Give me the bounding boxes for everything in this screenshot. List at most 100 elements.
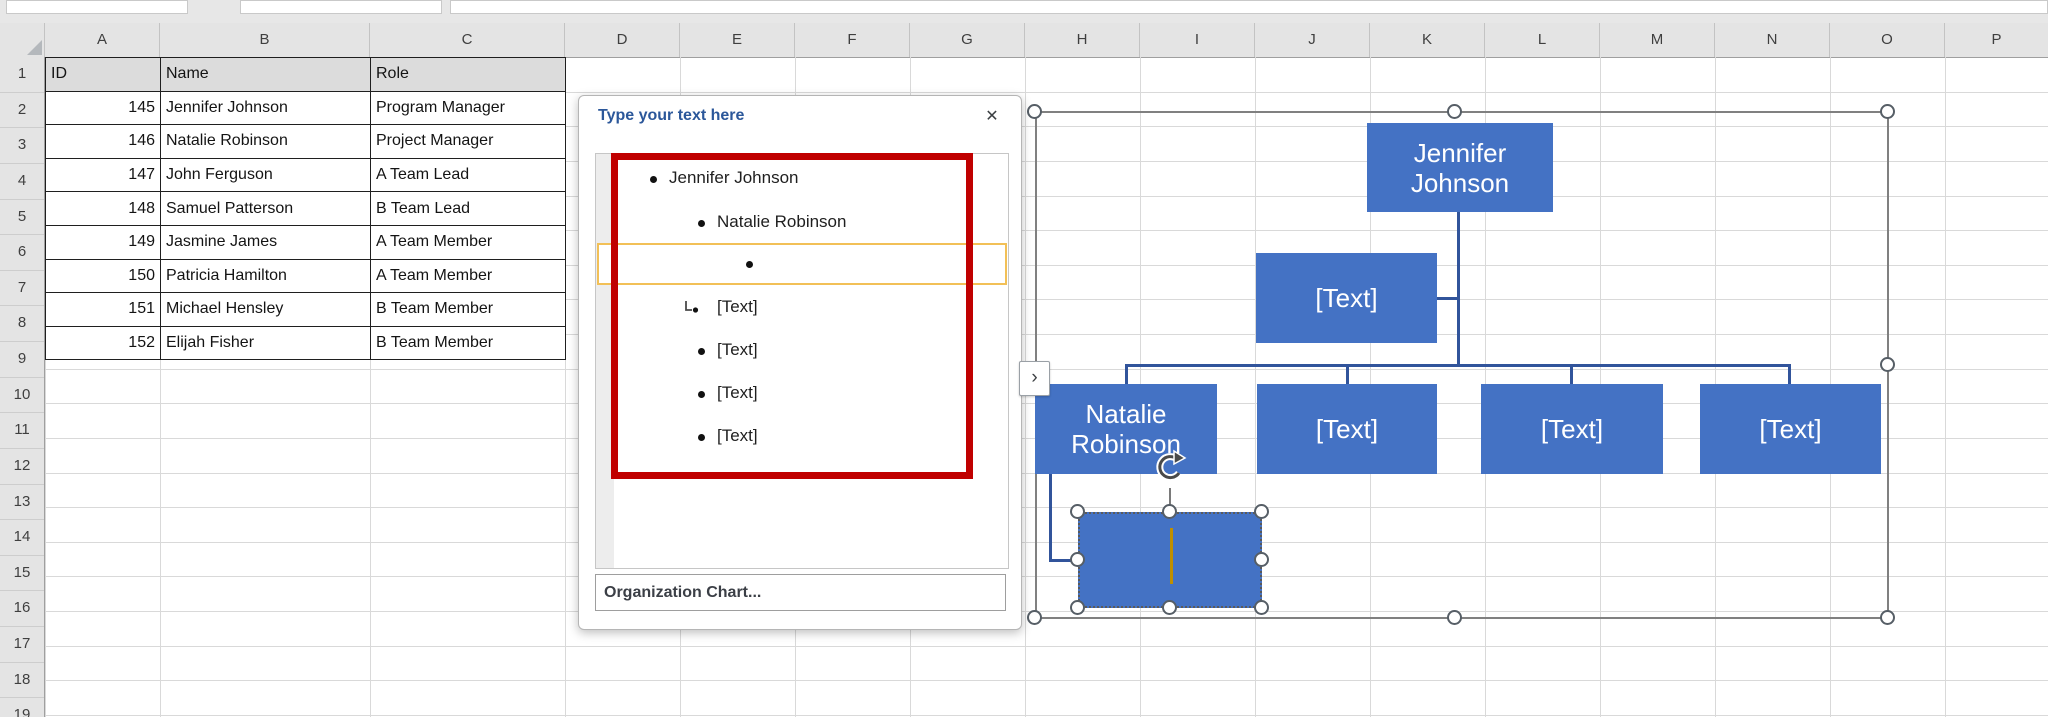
row-header-14[interactable]: 14	[0, 520, 44, 556]
node-handle-left-middle[interactable]	[1070, 552, 1085, 567]
row-header-15[interactable]: 15	[0, 556, 44, 592]
cell-a7[interactable]: 150	[46, 259, 161, 293]
grid-line-horizontal	[45, 576, 2048, 577]
column-header-e[interactable]: E	[680, 23, 795, 57]
cell-b4[interactable]: John Ferguson	[161, 158, 371, 192]
row-header-18[interactable]: 18	[0, 663, 44, 699]
column-header-d[interactable]: D	[565, 23, 680, 57]
cell-a4[interactable]: 147	[46, 158, 161, 192]
row-header-3[interactable]: 3	[0, 128, 44, 164]
node-handle-bottom-left[interactable]	[1070, 600, 1085, 615]
rotate-handle-icon[interactable]	[1152, 448, 1189, 488]
cell-c6[interactable]: A Team Member	[371, 225, 566, 259]
cell-a6[interactable]: 149	[46, 225, 161, 259]
org-node-child4[interactable]: [Text]	[1700, 384, 1881, 474]
org-node-root[interactable]: Jennifer Johnson	[1367, 123, 1553, 212]
org-node-child2[interactable]: [Text]	[1257, 384, 1437, 474]
row-header-6[interactable]: 6	[0, 235, 44, 271]
cell-c4[interactable]: A Team Lead	[371, 158, 566, 192]
cell-c2[interactable]: Program Manager	[371, 91, 566, 125]
column-header-b[interactable]: B	[160, 23, 370, 57]
table-header-row: ID Name Role	[46, 58, 566, 92]
cell-b3[interactable]: Natalie Robinson	[161, 125, 371, 159]
org-node-child1[interactable]: Natalie Robinson	[1035, 384, 1217, 474]
text-pane-toggle-button[interactable]: ›	[1019, 361, 1050, 396]
column-header-j[interactable]: J	[1255, 23, 1370, 57]
connector-sub-vertical	[1049, 474, 1052, 562]
table-row: 152 Elijah Fisher B Team Member	[46, 326, 566, 360]
cell-a1[interactable]: ID	[46, 58, 161, 92]
frame-handle-right-middle[interactable]	[1880, 357, 1895, 372]
cell-c9[interactable]: B Team Member	[371, 326, 566, 360]
excel-sheet-view: A B C D E F G H I J K L M N O P 1 2 3 4 …	[0, 0, 2048, 717]
row-header-9[interactable]: 9	[0, 342, 44, 378]
close-icon[interactable]: ✕	[979, 104, 1005, 130]
frame-handle-top-left[interactable]	[1027, 104, 1042, 119]
frame-handle-bottom-middle[interactable]	[1447, 610, 1462, 625]
name-box[interactable]	[6, 0, 188, 14]
row-header-13[interactable]: 13	[0, 485, 44, 521]
row-header-2[interactable]: 2	[0, 93, 44, 129]
frame-handle-top-middle[interactable]	[1447, 104, 1462, 119]
row-header-8[interactable]: 8	[0, 306, 44, 342]
row-header-16[interactable]: 16	[0, 591, 44, 627]
org-node-assistant[interactable]: [Text]	[1256, 253, 1437, 343]
row-header-11[interactable]: 11	[0, 413, 44, 449]
toolbar-box[interactable]	[240, 0, 442, 14]
column-header-p[interactable]: P	[1945, 23, 2048, 57]
frame-handle-bottom-right[interactable]	[1880, 610, 1895, 625]
frame-handle-top-right[interactable]	[1880, 104, 1895, 119]
column-header-o[interactable]: O	[1830, 23, 1945, 57]
formula-bar[interactable]	[450, 0, 2048, 14]
cell-b9[interactable]: Elijah Fisher	[161, 326, 371, 360]
column-header-m[interactable]: M	[1600, 23, 1715, 57]
column-header-l[interactable]: L	[1485, 23, 1600, 57]
row-header-19[interactable]: 19	[0, 698, 44, 717]
select-all-button[interactable]	[0, 23, 45, 57]
grid-line-horizontal	[45, 507, 2048, 508]
cell-b2[interactable]: Jennifer Johnson	[161, 91, 371, 125]
node-handle-right-middle[interactable]	[1254, 552, 1269, 567]
cell-b1[interactable]: Name	[161, 58, 371, 92]
column-header-i[interactable]: I	[1140, 23, 1255, 57]
column-header-f[interactable]: F	[795, 23, 910, 57]
column-header-g[interactable]: G	[910, 23, 1025, 57]
column-header-a[interactable]: A	[45, 23, 160, 57]
cell-c3[interactable]: Project Manager	[371, 125, 566, 159]
cell-c8[interactable]: B Team Member	[371, 293, 566, 327]
grid-line-horizontal	[45, 646, 2048, 647]
data-table: ID Name Role 145 Jennifer Johnson Progra…	[45, 57, 566, 360]
row-header-4[interactable]: 4	[0, 164, 44, 200]
row-header-17[interactable]: 17	[0, 627, 44, 663]
node-handle-top-right[interactable]	[1254, 504, 1269, 519]
cell-c1[interactable]: Role	[371, 58, 566, 92]
cell-c7[interactable]: A Team Member	[371, 259, 566, 293]
row-header-5[interactable]: 5	[0, 200, 44, 236]
grid-line-horizontal	[45, 680, 2048, 681]
column-header-k[interactable]: K	[1370, 23, 1485, 57]
cell-b8[interactable]: Michael Hensley	[161, 293, 371, 327]
row-header-7[interactable]: 7	[0, 271, 44, 307]
cell-b5[interactable]: Samuel Patterson	[161, 192, 371, 226]
cell-a8[interactable]: 151	[46, 293, 161, 327]
row-header-1[interactable]: 1	[0, 57, 44, 93]
node-handle-top-left[interactable]	[1070, 504, 1085, 519]
row-header-12[interactable]: 12	[0, 449, 44, 485]
cell-c5[interactable]: B Team Lead	[371, 192, 566, 226]
row-header-10[interactable]: 10	[0, 378, 44, 414]
top-chrome-strip	[0, 0, 2048, 23]
cell-a3[interactable]: 146	[46, 125, 161, 159]
node-handle-top-middle[interactable]	[1162, 504, 1177, 519]
column-header-c[interactable]: C	[370, 23, 565, 57]
node-handle-bottom-right[interactable]	[1254, 600, 1269, 615]
cell-b6[interactable]: Jasmine James	[161, 225, 371, 259]
cell-b7[interactable]: Patricia Hamilton	[161, 259, 371, 293]
frame-handle-bottom-left[interactable]	[1027, 610, 1042, 625]
cell-a2[interactable]: 145	[46, 91, 161, 125]
column-header-n[interactable]: N	[1715, 23, 1830, 57]
cell-a9[interactable]: 152	[46, 326, 161, 360]
column-header-h[interactable]: H	[1025, 23, 1140, 57]
cell-a5[interactable]: 148	[46, 192, 161, 226]
node-handle-bottom-middle[interactable]	[1162, 600, 1177, 615]
org-node-child3[interactable]: [Text]	[1481, 384, 1663, 474]
